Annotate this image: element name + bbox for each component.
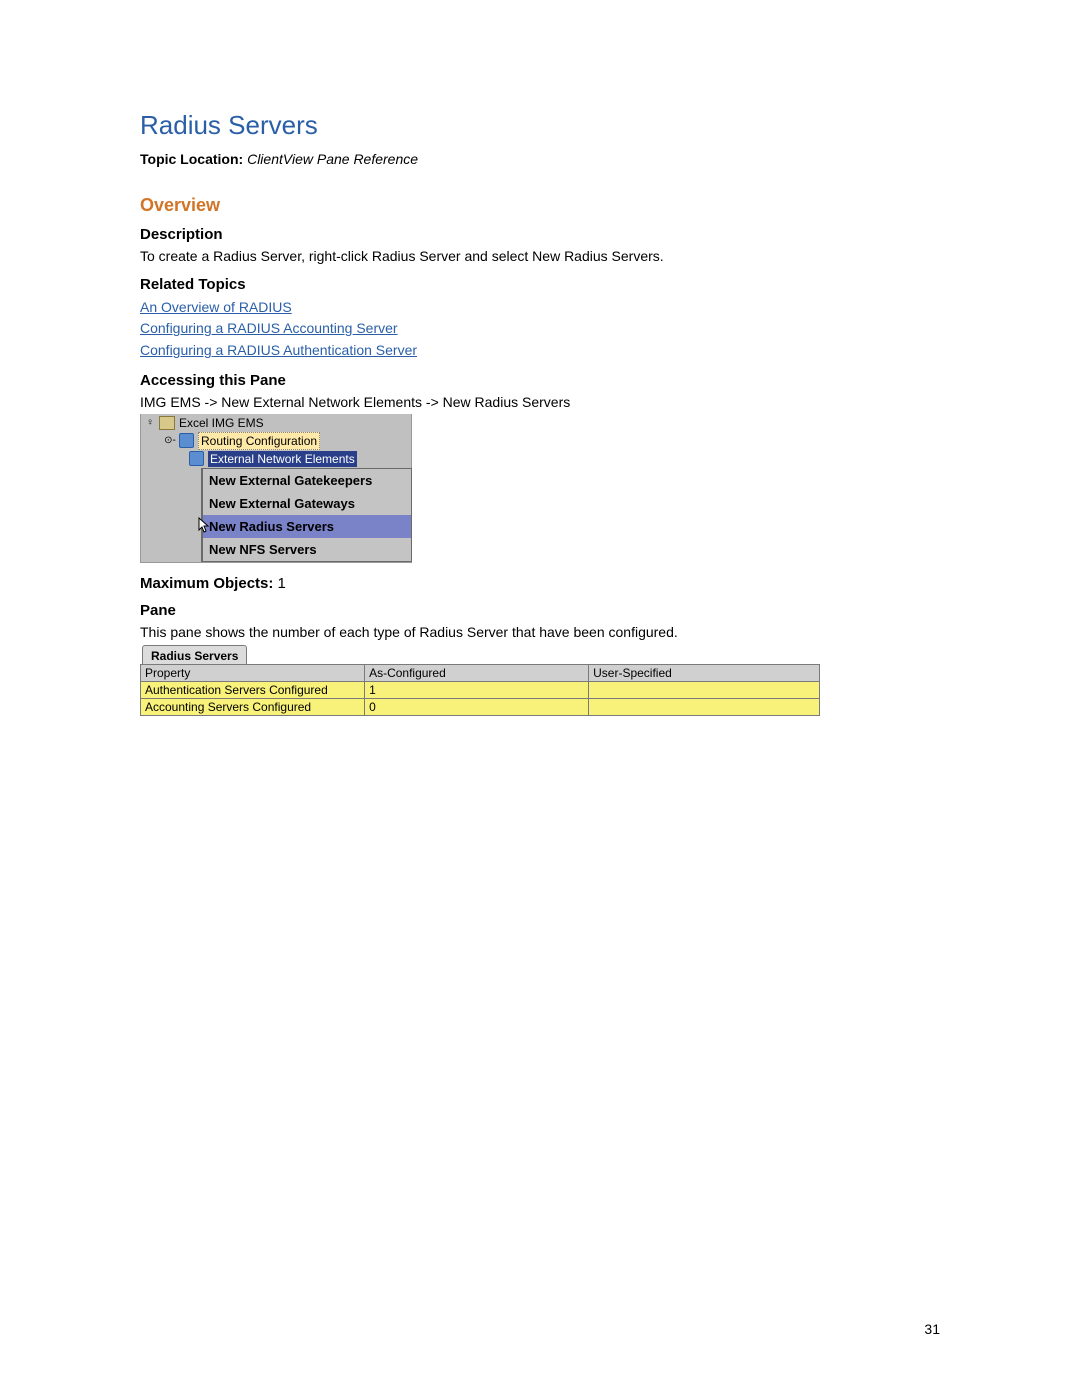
- config-icon: [179, 433, 194, 448]
- description-heading: Description: [140, 226, 940, 243]
- tree-routing-label: Routing Configuration: [198, 432, 320, 450]
- maximum-objects-label: Maximum Objects:: [140, 575, 278, 592]
- cell-property: Accounting Servers Configured: [141, 699, 365, 716]
- page-number: 31: [924, 1321, 940, 1337]
- radius-table: Radius Servers Property As-Configured Us…: [140, 645, 820, 716]
- accessing-heading: Accessing this Pane: [140, 372, 940, 389]
- menu-item-new-gatekeepers[interactable]: New External Gatekeepers: [203, 469, 411, 492]
- menu-item-label: New Radius Servers: [209, 519, 334, 534]
- menu-item-new-nfs-servers[interactable]: New NFS Servers: [203, 538, 411, 561]
- topic-location-value: ClientView Pane Reference: [247, 151, 418, 167]
- menu-item-new-radius-servers[interactable]: New Radius Servers: [203, 515, 411, 538]
- cell-as-configured: 0: [365, 699, 589, 716]
- collapse-icon[interactable]: ♀: [145, 418, 155, 428]
- context-menu: New External Gatekeepers New External Ga…: [201, 468, 412, 562]
- table-row: Authentication Servers Configured 1: [141, 682, 820, 699]
- related-links: An Overview of RADIUS Configuring a RADI…: [140, 297, 940, 362]
- table-row: Accounting Servers Configured 0: [141, 699, 820, 716]
- cursor-icon: [197, 517, 211, 535]
- link-radius-accounting[interactable]: Configuring a RADIUS Accounting Server: [140, 320, 398, 336]
- pane-heading: Pane: [140, 602, 940, 619]
- accessing-path: IMG EMS -> New External Network Elements…: [140, 393, 940, 412]
- tree-root-label: Excel IMG EMS: [179, 416, 264, 430]
- link-radius-overview[interactable]: An Overview of RADIUS: [140, 299, 292, 315]
- maximum-objects: Maximum Objects: 1: [140, 575, 940, 592]
- cell-as-configured: 1: [365, 682, 589, 699]
- page-title: Radius Servers: [140, 110, 940, 141]
- tab-radius-servers[interactable]: Radius Servers: [142, 645, 247, 664]
- tree-external-label: External Network Elements: [208, 451, 357, 467]
- topic-location: Topic Location: ClientView Pane Referenc…: [140, 151, 940, 167]
- link-radius-authentication[interactable]: Configuring a RADIUS Authentication Serv…: [140, 342, 417, 358]
- grid: Property As-Configured User-Specified Au…: [140, 664, 820, 716]
- maximum-objects-value: 1: [278, 575, 286, 592]
- tree-screenshot: ♀ Excel IMG EMS ⊙- Routing Configuration…: [140, 414, 412, 563]
- related-topics-heading: Related Topics: [140, 276, 940, 293]
- tree-row-root[interactable]: ♀ Excel IMG EMS: [141, 414, 411, 432]
- table-header-row: Property As-Configured User-Specified: [141, 665, 820, 682]
- tree-row-external[interactable]: External Network Elements: [141, 450, 411, 468]
- topic-location-label: Topic Location:: [140, 151, 247, 167]
- description-body: To create a Radius Server, right-click R…: [140, 247, 940, 266]
- overview-heading: Overview: [140, 195, 940, 216]
- collapse-icon[interactable]: ⊙-: [165, 436, 175, 446]
- header-user-specified[interactable]: User-Specified: [589, 665, 820, 682]
- cell-property: Authentication Servers Configured: [141, 682, 365, 699]
- header-property[interactable]: Property: [141, 665, 365, 682]
- config-icon: [189, 451, 204, 466]
- tree-row-routing[interactable]: ⊙- Routing Configuration: [141, 432, 411, 450]
- header-as-configured[interactable]: As-Configured: [365, 665, 589, 682]
- cell-user-specified: [589, 682, 820, 699]
- folder-icon: [159, 416, 175, 430]
- menu-item-new-gateways[interactable]: New External Gateways: [203, 492, 411, 515]
- cell-user-specified: [589, 699, 820, 716]
- pane-body: This pane shows the number of each type …: [140, 623, 940, 642]
